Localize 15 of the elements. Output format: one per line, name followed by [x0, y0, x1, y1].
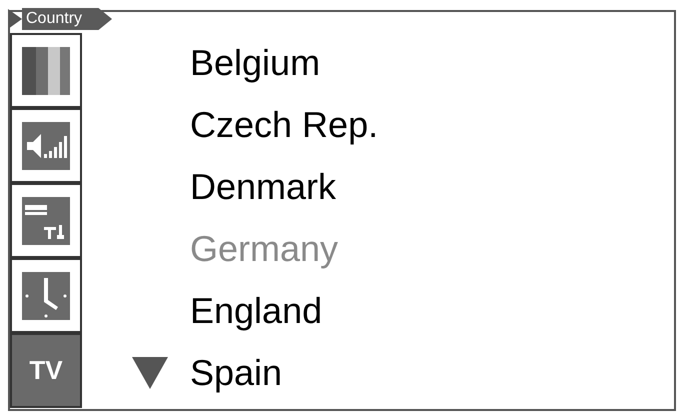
tools-icon — [22, 196, 70, 244]
country-option[interactable]: Spain — [190, 355, 282, 391]
menu-title: Country — [26, 11, 82, 27]
clock-icon — [22, 272, 70, 320]
menu-tab[interactable] — [10, 33, 82, 108]
color-bars-icon — [22, 46, 70, 94]
country-option[interactable]: Belgium — [190, 45, 320, 81]
country-option[interactable]: England — [190, 293, 322, 329]
menu-tab[interactable] — [10, 258, 82, 333]
country-option[interactable]: Czech Rep. — [190, 107, 378, 143]
menu-tab[interactable] — [10, 108, 82, 183]
tv-tab[interactable]: TV — [10, 333, 82, 408]
speaker-volume-icon — [22, 122, 70, 170]
country-option[interactable]: Denmark — [190, 169, 336, 205]
menu-tab[interactable] — [10, 183, 82, 258]
